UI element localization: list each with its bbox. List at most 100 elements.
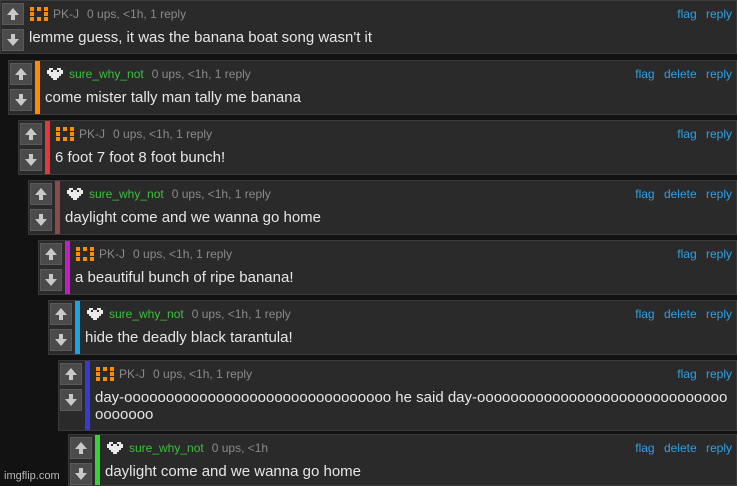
comment-text: a beautiful bunch of ripe banana! bbox=[75, 269, 294, 286]
comment-text: hide the deadly black tarantula! bbox=[85, 329, 293, 346]
upvote-button[interactable] bbox=[30, 183, 52, 205]
reply-link[interactable]: reply bbox=[706, 7, 732, 21]
username[interactable]: sure_why_not bbox=[89, 187, 164, 201]
arrow-up-icon bbox=[55, 308, 67, 320]
upvote-button[interactable] bbox=[70, 437, 92, 459]
comment: PK-J 0 ups, <1h, 1 reply flag reply a be… bbox=[38, 240, 737, 295]
flag-link[interactable]: flag bbox=[677, 367, 696, 381]
delete-link[interactable]: delete bbox=[664, 187, 697, 201]
comment-content: sure_why_not 0 ups, <1h, 1 reply flag de… bbox=[85, 301, 736, 354]
comment: PK-J 0 ups, <1h, 1 reply flag reply day-… bbox=[58, 360, 737, 431]
arrow-down-icon bbox=[25, 154, 37, 166]
avatar[interactable] bbox=[29, 6, 49, 22]
comment-actions: flag reply bbox=[671, 7, 732, 21]
comment-actions: flag delete reply bbox=[629, 187, 732, 201]
username[interactable]: sure_why_not bbox=[69, 67, 144, 81]
arrow-down-icon bbox=[7, 34, 19, 46]
thread-depth-bar bbox=[95, 435, 100, 485]
comment-meta: sure_why_not 0 ups, <1h, 1 reply bbox=[65, 187, 271, 201]
comment-content: PK-J 0 ups, <1h, 1 reply flag reply day-… bbox=[95, 361, 736, 430]
upvote-button[interactable] bbox=[10, 63, 32, 85]
downvote-button[interactable] bbox=[50, 329, 72, 351]
reply-link[interactable]: reply bbox=[706, 127, 732, 141]
vote-controls bbox=[39, 241, 65, 294]
reply-link[interactable]: reply bbox=[706, 67, 732, 81]
avatar[interactable] bbox=[105, 440, 125, 456]
downvote-button[interactable] bbox=[60, 389, 82, 411]
downvote-button[interactable] bbox=[30, 209, 52, 231]
watermark: imgflip.com bbox=[4, 470, 60, 482]
avatar[interactable] bbox=[65, 186, 85, 202]
comment-content: PK-J 0 ups, <1h, 1 reply flag reply 6 fo… bbox=[55, 121, 736, 174]
username[interactable]: PK-J bbox=[119, 367, 145, 381]
flag-link[interactable]: flag bbox=[677, 127, 696, 141]
reply-link[interactable]: reply bbox=[706, 441, 732, 455]
flag-link[interactable]: flag bbox=[635, 441, 654, 455]
downvote-button[interactable] bbox=[20, 149, 42, 171]
avatar[interactable] bbox=[75, 246, 95, 262]
avatar[interactable] bbox=[85, 306, 105, 322]
avatar[interactable] bbox=[45, 66, 65, 82]
downvote-button[interactable] bbox=[10, 89, 32, 111]
arrow-down-icon bbox=[35, 214, 47, 226]
comment-meta: PK-J 0 ups, <1h, 1 reply bbox=[29, 7, 186, 21]
upvote-button[interactable] bbox=[40, 243, 62, 265]
comment: PK-J 0 ups, <1h, 1 reply flag reply lemm… bbox=[0, 0, 737, 54]
username[interactable]: PK-J bbox=[79, 127, 105, 141]
username[interactable]: PK-J bbox=[99, 247, 125, 261]
reply-link[interactable]: reply bbox=[706, 307, 732, 321]
username[interactable]: PK-J bbox=[53, 7, 79, 21]
flag-link[interactable]: flag bbox=[677, 7, 696, 21]
arrow-down-icon bbox=[45, 274, 57, 286]
delete-link[interactable]: delete bbox=[664, 307, 697, 321]
reply-link[interactable]: reply bbox=[706, 187, 732, 201]
downvote-button[interactable] bbox=[70, 463, 92, 485]
reply-link[interactable]: reply bbox=[706, 367, 732, 381]
comment-stats: 0 ups, <1h, 1 reply bbox=[191, 307, 291, 321]
comment-content: PK-J 0 ups, <1h, 1 reply flag reply a be… bbox=[75, 241, 736, 294]
comment-meta: sure_why_not 0 ups, <1h bbox=[105, 441, 268, 455]
upvote-button[interactable] bbox=[2, 3, 24, 25]
reply-link[interactable]: reply bbox=[706, 247, 732, 261]
comment-actions: flag delete reply bbox=[629, 67, 732, 81]
thread-depth-bar bbox=[55, 181, 60, 234]
comment-meta: sure_why_not 0 ups, <1h, 1 reply bbox=[45, 67, 251, 81]
downvote-button[interactable] bbox=[40, 269, 62, 291]
comment-stats: 0 ups, <1h bbox=[211, 441, 269, 455]
delete-link[interactable]: delete bbox=[664, 67, 697, 81]
upvote-button[interactable] bbox=[20, 123, 42, 145]
vote-controls bbox=[19, 121, 45, 174]
avatar[interactable] bbox=[55, 126, 75, 142]
username[interactable]: sure_why_not bbox=[129, 441, 204, 455]
upvote-button[interactable] bbox=[50, 303, 72, 325]
comment: sure_why_not 0 ups, <1h, 1 reply flag de… bbox=[48, 300, 737, 355]
comment-stats: 0 ups, <1h, 1 reply bbox=[113, 127, 213, 141]
vote-controls bbox=[69, 435, 95, 485]
comment-text: come mister tally man tally me banana bbox=[45, 89, 301, 106]
comment-text: daylight come and we wanna go home bbox=[105, 463, 361, 480]
comment-actions: flag delete reply bbox=[629, 441, 732, 455]
flag-link[interactable]: flag bbox=[635, 187, 654, 201]
vote-controls bbox=[9, 61, 35, 114]
delete-link[interactable]: delete bbox=[664, 441, 697, 455]
arrow-up-icon bbox=[45, 248, 57, 260]
comment-text: day-oooooooooooooooooooooooooooooooo he … bbox=[95, 389, 728, 423]
flag-link[interactable]: flag bbox=[635, 67, 654, 81]
comment-text: 6 foot 7 foot 8 foot bunch! bbox=[55, 149, 226, 166]
flag-link[interactable]: flag bbox=[677, 247, 696, 261]
username[interactable]: sure_why_not bbox=[109, 307, 184, 321]
comment-stats: 0 ups, <1h, 1 reply bbox=[151, 67, 251, 81]
arrow-down-icon bbox=[15, 94, 27, 106]
avatar[interactable] bbox=[95, 366, 115, 382]
comment-stats: 0 ups, <1h, 1 reply bbox=[133, 247, 233, 261]
comment-content: sure_why_not 0 ups, <1h, 1 reply flag de… bbox=[45, 61, 736, 114]
upvote-button[interactable] bbox=[60, 363, 82, 385]
thread-depth-bar bbox=[75, 301, 80, 354]
flag-link[interactable]: flag bbox=[635, 307, 654, 321]
arrow-up-icon bbox=[75, 442, 87, 454]
vote-controls bbox=[1, 1, 27, 53]
thread-depth-bar bbox=[85, 361, 90, 430]
comment-actions: flag delete reply bbox=[629, 307, 732, 321]
comment-meta: PK-J 0 ups, <1h, 1 reply bbox=[55, 127, 212, 141]
downvote-button[interactable] bbox=[2, 29, 24, 51]
